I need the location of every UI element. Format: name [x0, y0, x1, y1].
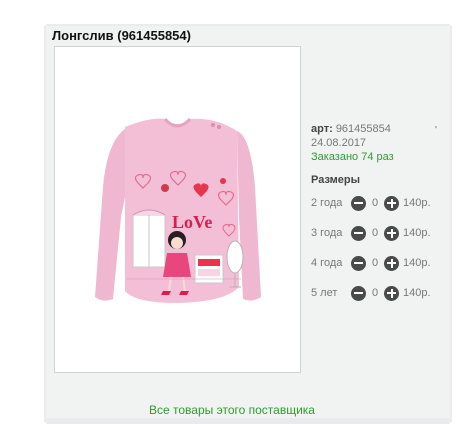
ordered-count: Заказано 74 раз [311, 151, 394, 163]
longsleeve-illustration: LoVe [95, 117, 261, 304]
size-price: 140р. [403, 197, 431, 209]
tick-mark: ' [435, 125, 437, 136]
article-label: арт: [311, 123, 333, 135]
product-info: арт: 961455854 ' 24.08.2017 Заказано 74 … [311, 122, 461, 187]
minus-circle-icon[interactable] [351, 225, 366, 241]
minus-circle-icon[interactable] [351, 255, 366, 271]
size-row-4y: 4 года 0 140р. [311, 254, 431, 272]
size-row-5y: 5 лет 0 140р. [311, 284, 431, 302]
size-label: 3 года [311, 227, 343, 239]
article-row: арт: 961455854 ' [311, 122, 461, 136]
product-title: Лонгслив (961455854) [52, 28, 191, 43]
size-label: 4 года [311, 257, 343, 269]
size-row-2y: 2 года 0 140р. [311, 194, 431, 212]
size-price: 140р. [403, 257, 431, 269]
size-label: 2 года [311, 197, 343, 209]
product-image[interactable]: LoVe [54, 46, 301, 373]
plus-circle-icon[interactable] [384, 285, 399, 301]
plus-circle-icon[interactable] [384, 195, 399, 211]
size-label: 5 лет [311, 287, 338, 299]
size-quantity: 0 [371, 257, 379, 269]
sizes-heading: Размеры [311, 174, 361, 186]
size-quantity: 0 [371, 197, 379, 209]
size-row-3y: 3 года 0 140р. [311, 224, 431, 242]
product-date: 24.08.2017 [311, 137, 367, 149]
plus-circle-icon[interactable] [384, 255, 399, 271]
size-quantity: 0 [371, 287, 379, 299]
minus-circle-icon[interactable] [351, 285, 366, 301]
article-value: 961455854 [335, 123, 391, 135]
plus-circle-icon[interactable] [384, 225, 399, 241]
svg-text:LoVe: LoVe [172, 212, 212, 232]
size-price: 140р. [403, 287, 431, 299]
minus-circle-icon[interactable] [351, 195, 366, 211]
size-quantity: 0 [371, 227, 379, 239]
size-price: 140р. [403, 227, 431, 239]
